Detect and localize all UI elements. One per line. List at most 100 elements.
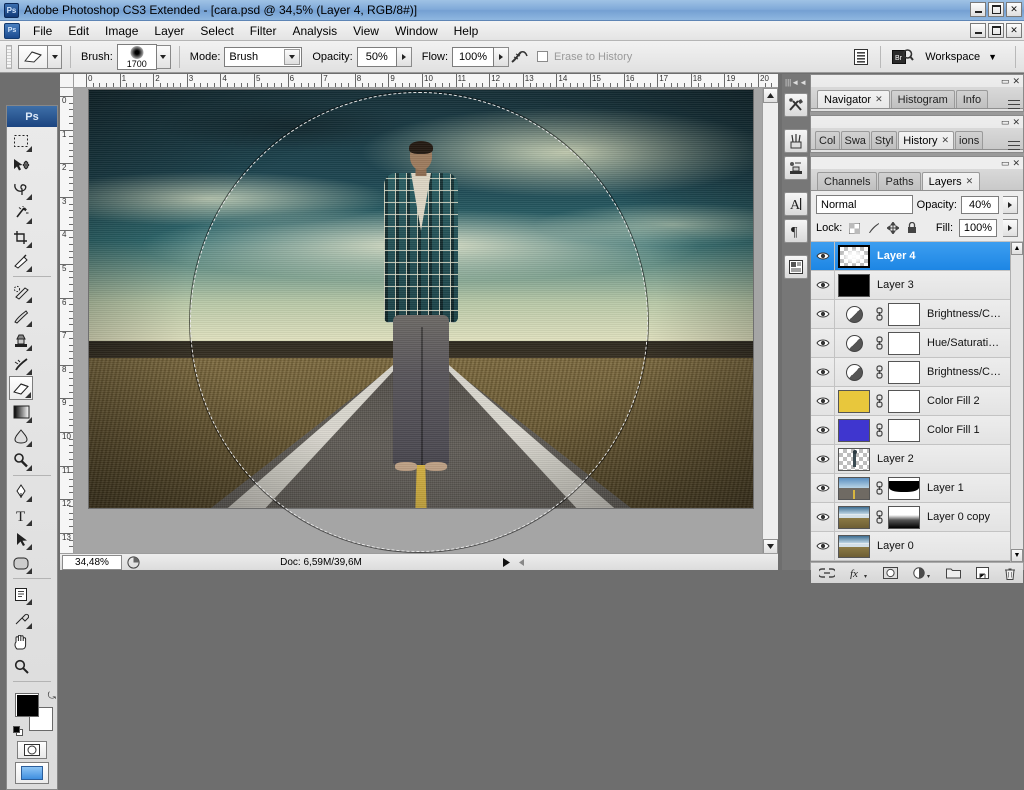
tab-paths[interactable]: Paths [878, 172, 921, 190]
airbrush-icon[interactable] [509, 47, 531, 67]
layer-thumbnail[interactable] [838, 332, 870, 355]
toolbox-header[interactable]: Ps [7, 106, 57, 127]
document-close-button[interactable]: ✕ [1006, 23, 1022, 38]
opacity-value[interactable]: 50% [356, 46, 397, 67]
menu-edit[interactable]: Edit [60, 21, 97, 41]
fill-slider-button[interactable] [1003, 219, 1018, 237]
layer-scroll-up-button[interactable]: ▲ [1011, 242, 1023, 255]
layer-thumbnail[interactable] [838, 447, 870, 471]
eyedropper-tool[interactable] [9, 606, 33, 630]
layer-thumbnail[interactable] [838, 505, 870, 529]
erase-to-history-checkbox[interactable] [537, 51, 549, 62]
layer-mask-thumbnail[interactable] [888, 476, 920, 500]
layer-thumbnail[interactable] [838, 303, 870, 326]
layer-visibility-icon[interactable] [811, 416, 835, 444]
opacity-slider-button[interactable] [396, 46, 412, 67]
layer-list[interactable]: Layer 4 Layer 3 Brightness/C… Hue/Saturati…… [811, 242, 1023, 562]
tool-preset-dropdown[interactable] [48, 44, 62, 69]
add-mask-button[interactable] [882, 567, 898, 579]
layer-scroll-down-button[interactable]: ▼ [1011, 549, 1023, 562]
layer-link-icon[interactable] [873, 336, 885, 350]
zoom-level-field[interactable]: 34,48% [62, 554, 122, 570]
eraser-icon[interactable] [18, 44, 48, 69]
blur-tool[interactable] [9, 424, 33, 448]
image-canvas[interactable] [88, 89, 754, 509]
layer-row[interactable]: Layer 4 [811, 242, 1023, 271]
layer-visibility-icon[interactable] [811, 358, 835, 386]
panel3-minimize-icon[interactable]: ▭ [1001, 158, 1010, 169]
screen-mode-icon[interactable] [15, 762, 49, 784]
layer-mask-thumbnail[interactable] [888, 302, 920, 326]
brush-tool[interactable] [9, 304, 33, 328]
path-selection-tool[interactable] [9, 527, 33, 551]
tab-styles[interactable]: Styl [870, 131, 898, 149]
scroll-up-button[interactable] [763, 88, 778, 103]
menu-select[interactable]: Select [192, 21, 241, 41]
workspace-label[interactable]: Workspace [925, 51, 980, 63]
layer-row[interactable]: Layer 3 [811, 271, 1023, 300]
status-scroll-left-button[interactable] [514, 558, 528, 566]
document-minimize-button[interactable] [970, 23, 986, 38]
layer-link-icon[interactable] [873, 510, 885, 524]
tab-layers[interactable]: Layers ✕ [921, 172, 981, 190]
menu-view[interactable]: View [345, 21, 387, 41]
workspace-chevron-down-icon[interactable]: ▼ [988, 52, 997, 62]
marquee-tool[interactable] [9, 129, 33, 153]
zoom-tool[interactable] [9, 654, 33, 678]
menu-window[interactable]: Window [387, 21, 446, 41]
canvas-area[interactable] [75, 89, 762, 554]
layer-visibility-icon[interactable] [811, 242, 835, 270]
layer-row[interactable]: Brightness/C… [811, 358, 1023, 387]
quick-mask-icon[interactable] [17, 741, 47, 759]
layer-row[interactable]: Layer 0 [811, 532, 1023, 561]
type-tool[interactable]: T [9, 503, 33, 527]
crop-tool[interactable] [9, 225, 33, 249]
layer-style-button[interactable]: fx [850, 567, 868, 579]
delete-layer-button[interactable] [1004, 567, 1016, 580]
layer-visibility-icon[interactable] [811, 532, 835, 560]
layer-visibility-icon[interactable] [811, 503, 835, 531]
paragraph-icon[interactable]: ¶ [784, 219, 808, 243]
minimize-button[interactable] [970, 2, 986, 17]
brushes-icon[interactable] [784, 129, 808, 153]
character-icon[interactable]: A [784, 192, 808, 216]
new-group-button[interactable] [945, 567, 961, 579]
panel2-menu-icon[interactable] [1008, 141, 1020, 150]
canvas-vertical-scrollbar[interactable] [762, 88, 778, 554]
pen-tool[interactable] [9, 479, 33, 503]
options-bar-grip[interactable] [6, 44, 12, 69]
dock-collapse-row[interactable]: ||| ◄◄ [782, 74, 810, 90]
notes-tool[interactable] [9, 582, 33, 606]
scroll-down-button[interactable] [763, 539, 778, 554]
layer-visibility-icon[interactable] [811, 329, 835, 357]
layer-mask-thumbnail[interactable] [888, 505, 920, 529]
layer-thumbnail[interactable] [838, 389, 870, 413]
layer-thumbnail[interactable] [838, 534, 870, 558]
blend-mode-select[interactable]: Normal [816, 195, 913, 214]
document-size-icon[interactable] [122, 555, 144, 569]
panel1-menu-icon[interactable] [1008, 100, 1020, 109]
layer-mask-thumbnail[interactable] [888, 331, 920, 355]
foreground-color-swatch[interactable] [15, 693, 39, 717]
panel2-close-icon[interactable]: ✕ [1012, 117, 1020, 128]
lock-transparency-icon[interactable] [848, 222, 861, 235]
layer-row[interactable]: Layer 2 [811, 445, 1023, 474]
layer-mask-thumbnail[interactable] [888, 418, 920, 442]
close-button[interactable]: ✕ [1006, 2, 1022, 17]
menu-analysis[interactable]: Analysis [284, 21, 345, 41]
shape-tool[interactable] [9, 551, 33, 575]
layer-visibility-icon[interactable] [811, 300, 835, 328]
document-restore-button[interactable] [988, 23, 1004, 38]
tab-history-close-icon[interactable]: ✕ [942, 135, 950, 146]
tab-layers-close-icon[interactable]: ✕ [966, 176, 974, 187]
tool-presets-icon[interactable] [784, 93, 808, 117]
layer-row[interactable]: Hue/Saturati… [811, 329, 1023, 358]
eraser-tool[interactable] [9, 376, 33, 400]
layer-link-icon[interactable] [873, 394, 885, 408]
layer-link-icon[interactable] [873, 365, 885, 379]
layer-row[interactable]: Brightness/C… [811, 300, 1023, 329]
chevron-down-icon[interactable] [284, 48, 301, 65]
layer-opacity-value[interactable]: 40% [961, 195, 999, 214]
tab-navigator-close-icon[interactable]: ✕ [875, 94, 883, 105]
tab-channels[interactable]: Channels [817, 172, 878, 190]
